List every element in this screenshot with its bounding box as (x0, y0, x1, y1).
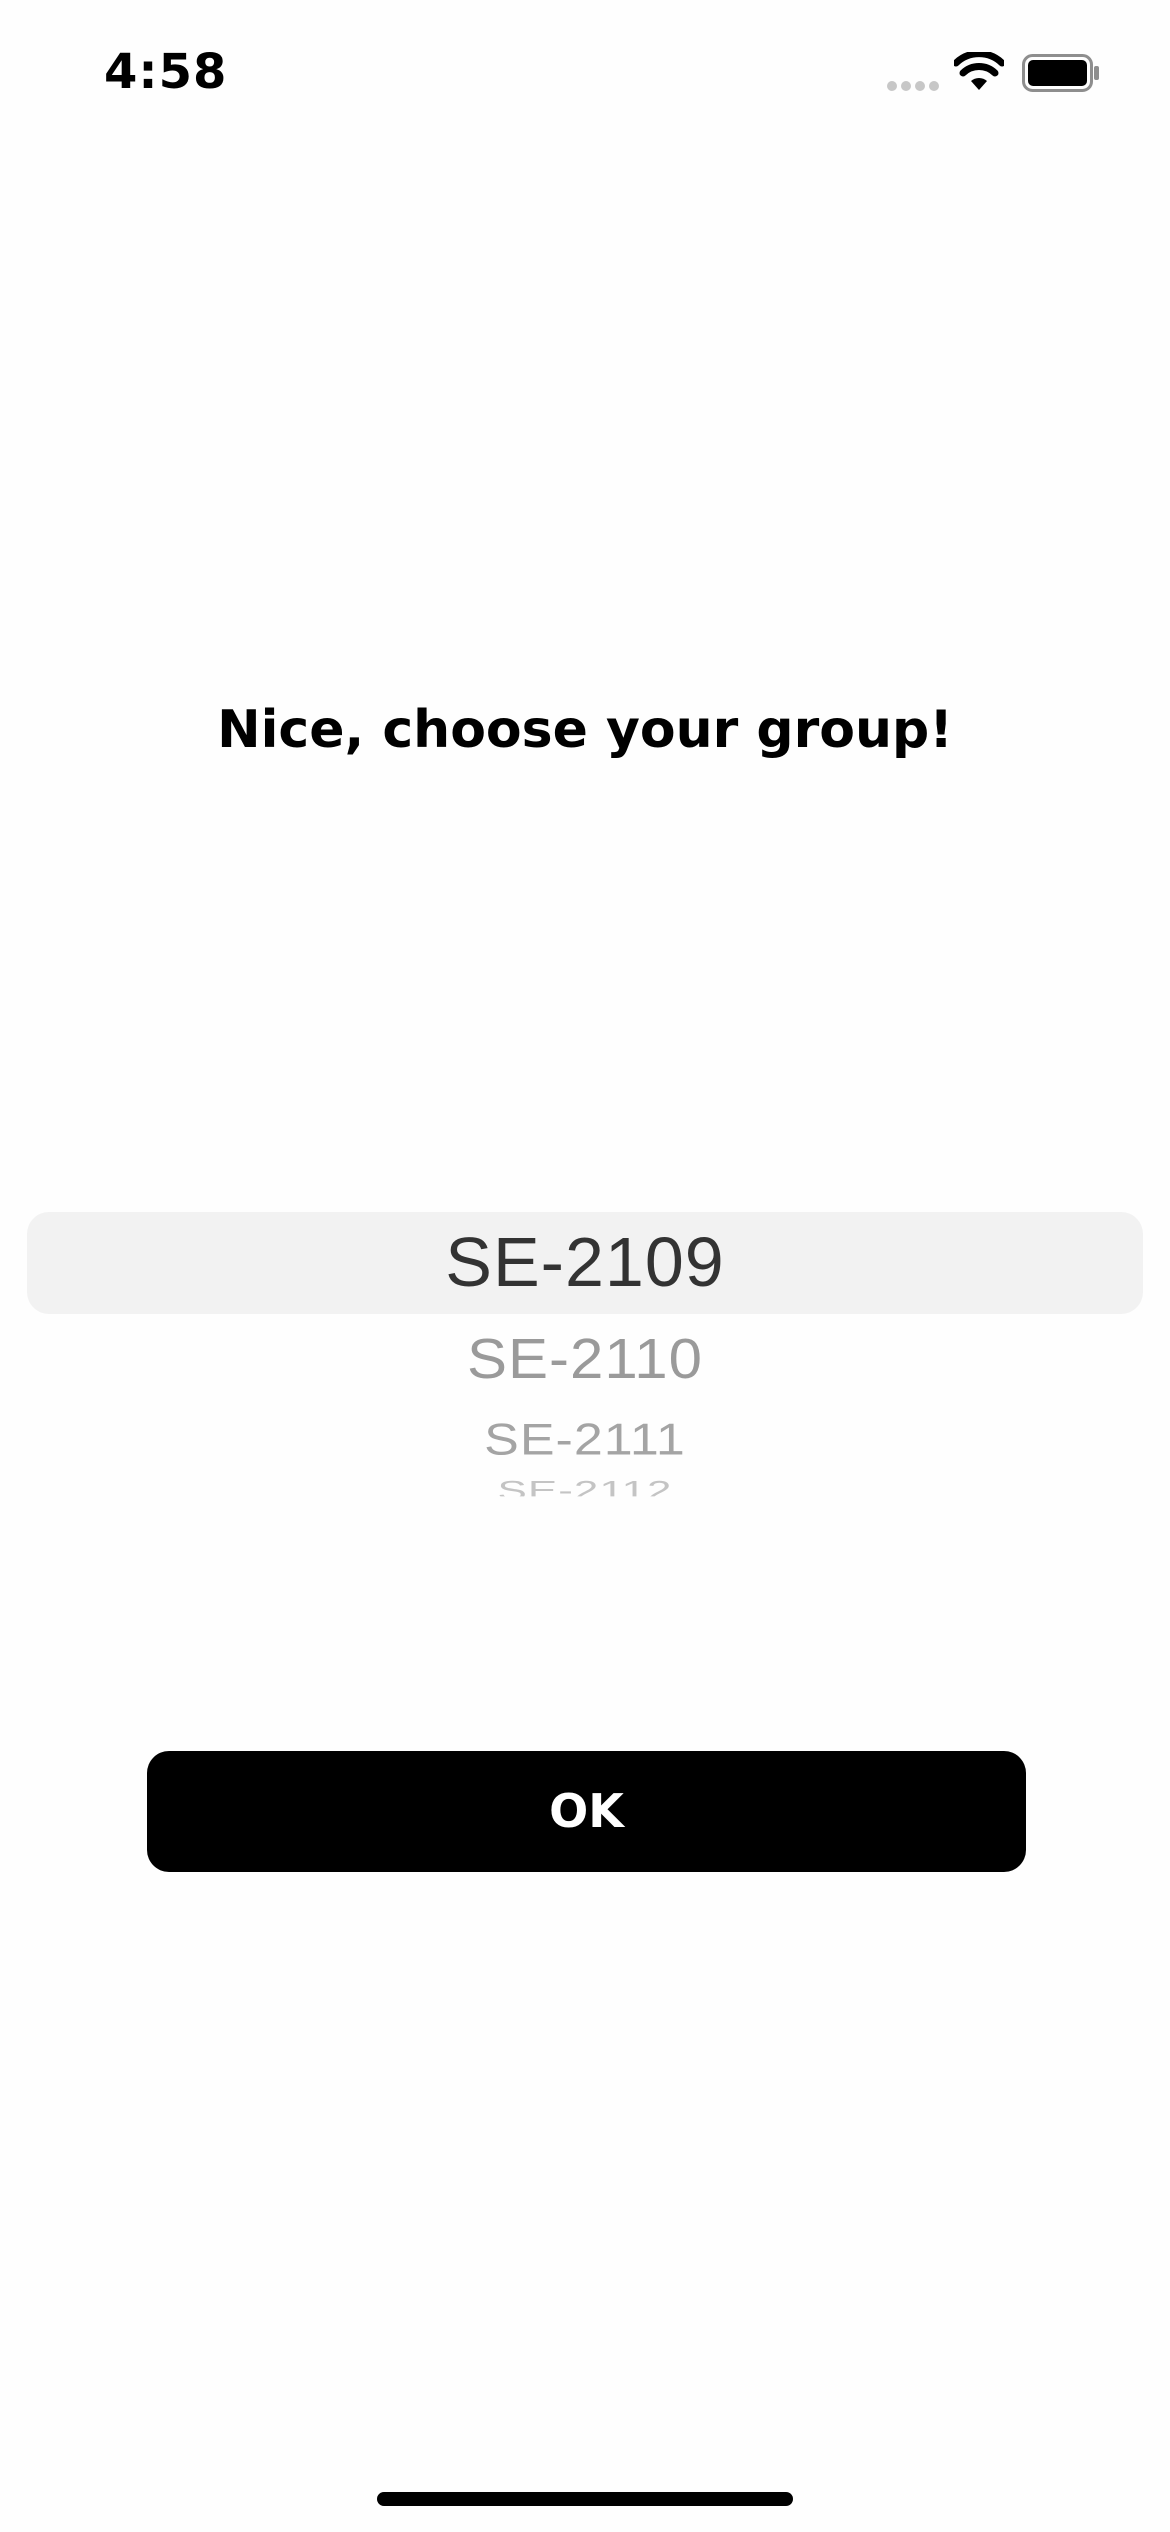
picker-option-selected[interactable]: SE-2109 (27, 1222, 1143, 1302)
picker-option[interactable]: SE-2110 (27, 1326, 1143, 1392)
picker-option[interactable]: SE-2112 (27, 1476, 1143, 1496)
status-time: 4:58 (104, 44, 228, 100)
picker-option[interactable]: SE-2111 (27, 1415, 1143, 1466)
page-title: Nice, choose your group! (217, 700, 953, 760)
group-picker[interactable]: SE-2109 SE-2110 SE-2111 SE-2112 (27, 1170, 1143, 1530)
cellular-signal-icon (887, 81, 939, 91)
status-icons (886, 52, 1116, 96)
wifi-icon (954, 52, 1004, 90)
status-bar: 4:58 (0, 0, 1170, 150)
home-indicator[interactable] (377, 2492, 793, 2506)
battery-icon (1022, 54, 1099, 92)
ok-button[interactable]: OK (147, 1751, 1026, 1872)
